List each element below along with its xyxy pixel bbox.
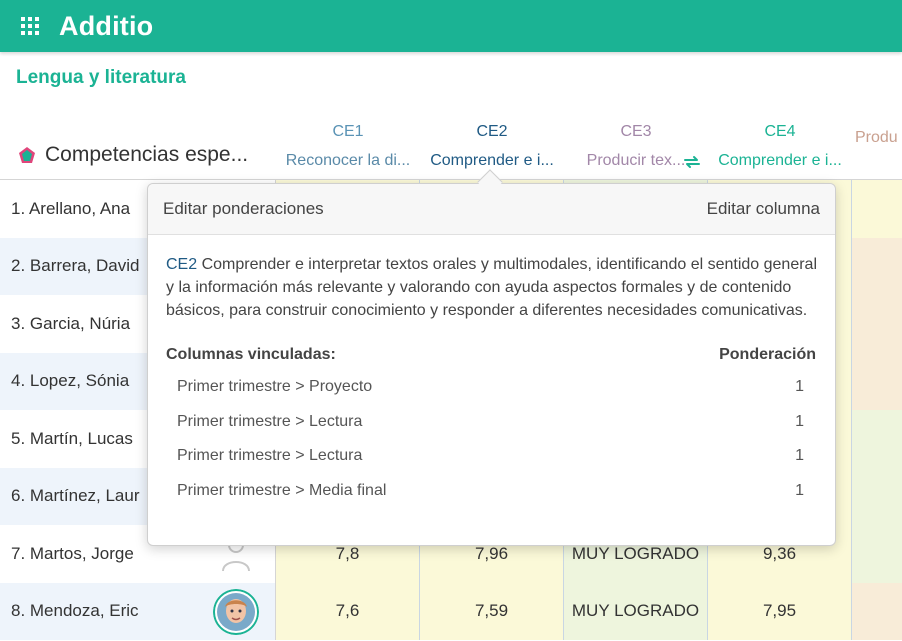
competency-text: Comprender e interpretar textos orales y… [166,256,818,319]
linked-column-item: Primer trimestre > Lectura 1 [148,439,835,474]
grade-cell[interactable] [852,352,902,410]
linked-column-name: Primer trimestre > Lectura [177,412,363,430]
linked-columns-list: Primer trimestre > Proyecto 1 Primer tri… [148,370,835,508]
grade-cell[interactable]: MUY LOGRADO [564,582,708,640]
column-code: CE1 [332,123,364,140]
weight-label: Ponderación [719,346,816,363]
linked-column-item: Primer trimestre > Proyecto 1 [148,370,835,405]
linked-column-item: Primer trimestre > Media final 1 [148,474,835,509]
column-header-ce4[interactable]: CE4 Comprender e i... [708,118,852,180]
linked-column-name: Primer trimestre > Media final [177,481,387,499]
edit-column-link[interactable]: Editar columna [707,199,820,219]
edit-weights-link[interactable]: Editar ponderaciones [163,199,324,219]
competency-code: CE2 [166,256,198,273]
linked-column-name: Primer trimestre > Proyecto [177,378,373,396]
competency-icon [19,147,35,163]
grade-cell[interactable] [852,525,902,583]
competency-description: CE2 Comprender e interpretar textos oral… [148,235,835,322]
student-avatar[interactable] [213,588,259,635]
apps-grid-icon[interactable] [20,16,40,36]
table-row: 8. Mendoza, Eric 7,6 7,59 MUY LOGRADO 7,… [0,582,902,640]
competencies-header[interactable]: Competencias espe... [0,118,276,180]
app-logo[interactable]: Additio [59,11,153,42]
column-code: CE3 [620,123,652,140]
column-info-popover: Editar ponderaciones Editar columna CE2 … [147,183,836,546]
column-description: Produ [855,129,898,146]
linked-column-weight: 1 [795,481,804,499]
column-description: Comprender e i... [430,152,554,169]
grade-cell[interactable] [852,237,902,295]
grade-cell[interactable]: 7,59 [420,582,564,640]
linked-column-weight: 1 [795,378,804,396]
grade-cell[interactable]: 7,95 [708,582,852,640]
course-title: Lengua y literatura [16,67,186,88]
column-header-ce5[interactable]: Produ [852,118,902,180]
top-bar: Additio [0,0,902,52]
grade-cell[interactable] [852,467,902,525]
column-code: CE4 [764,123,796,140]
grade-cell[interactable]: 7,6 [276,582,420,640]
grade-cell[interactable] [852,582,902,640]
column-code: CE2 [476,123,508,140]
linked-column-weight: 1 [795,412,804,430]
grade-cell[interactable] [852,180,902,238]
linked-column-item: Primer trimestre > Lectura 1 [148,405,835,440]
linked-columns-label: Columnas vinculadas: [166,346,336,363]
linked-column-name: Primer trimestre > Lectura [177,447,363,465]
column-description: Reconocer la di... [285,152,411,169]
column-header-ce1[interactable]: CE1 Reconocer la di... [276,118,420,180]
linked-column-weight: 1 [795,447,804,465]
competencies-header-label: Competencias espe... [45,143,249,166]
sync-icon[interactable] [683,153,701,171]
grade-cell[interactable] [852,295,902,353]
linked-columns-header: Columnas vinculadas: Ponderación [148,322,835,364]
grade-cell[interactable] [852,410,902,468]
column-description: Comprender e i... [718,152,842,169]
